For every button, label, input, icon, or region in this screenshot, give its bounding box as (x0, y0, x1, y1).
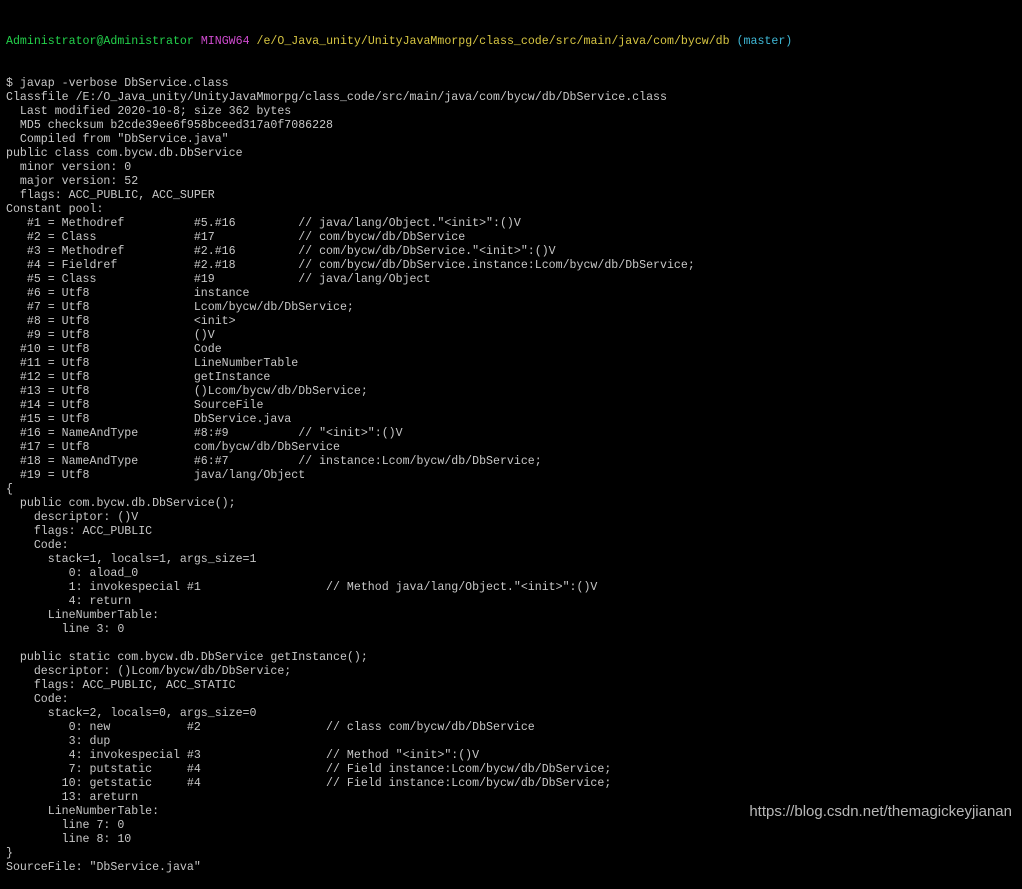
output-line: #8 = Utf8 <init> (6, 315, 236, 328)
output-line: #11 = Utf8 LineNumberTable (6, 357, 299, 370)
output-line: #3 = Methodref #2.#16 // com/bycw/db/DbS… (6, 245, 556, 258)
output-line: Constant pool: (6, 203, 104, 216)
prompt-host: MINGW64 (200, 35, 250, 48)
output-line: 4: return (6, 595, 132, 608)
prompt-user: Administrator@Administrator (6, 35, 194, 48)
output-line: public com.bycw.db.DbService(); (6, 497, 236, 510)
output-line: #15 = Utf8 DbService.java (6, 413, 292, 426)
output-line: 7: putstatic #4 // Field instance:Lcom/b… (6, 763, 612, 776)
output-lines: $ javap -verbose DbService.class Classfil… (6, 77, 1018, 875)
output-line: #12 = Utf8 getInstance (6, 371, 271, 384)
output-line: MD5 checksum b2cde39ee6f958bceed317a0f70… (6, 119, 333, 132)
output-line: line 3: 0 (6, 623, 125, 636)
output-line: #13 = Utf8 ()Lcom/bycw/db/DbService; (6, 385, 368, 398)
output-line: #14 = Utf8 SourceFile (6, 399, 264, 412)
output-line: } (6, 847, 13, 860)
output-line: minor version: 0 (6, 161, 132, 174)
output-line: flags: ACC_PUBLIC (6, 525, 153, 538)
output-line: descriptor: ()V (6, 511, 139, 524)
output-line: Last modified 2020-10-8; size 362 bytes (6, 105, 292, 118)
output-line: 3: dup (6, 735, 111, 748)
output-line: #6 = Utf8 instance (6, 287, 250, 300)
output-line: #5 = Class #19 // java/lang/Object (6, 273, 431, 286)
watermark: https://blog.csdn.net/themagickeyjianan (749, 803, 1012, 820)
output-line: #9 = Utf8 ()V (6, 329, 215, 342)
output-line: 10: getstatic #4 // Field instance:Lcom/… (6, 777, 612, 790)
output-line: descriptor: ()Lcom/bycw/db/DbService; (6, 665, 292, 678)
output-line: line 8: 10 (6, 833, 132, 846)
output-line: Code: (6, 539, 69, 552)
output-line: LineNumberTable: (6, 609, 160, 622)
output-line: #19 = Utf8 java/lang/Object (6, 469, 306, 482)
output-line: flags: ACC_PUBLIC, ACC_SUPER (6, 189, 215, 202)
output-line: 1: invokespecial #1 // Method java/lang/… (6, 581, 598, 594)
output-line: public class com.bycw.db.DbService (6, 147, 243, 160)
output-line: #7 = Utf8 Lcom/bycw/db/DbService; (6, 301, 354, 314)
output-line: #10 = Utf8 Code (6, 343, 222, 356)
output-line: #16 = NameAndType #8:#9 // "<init>":()V (6, 427, 403, 440)
output-line: Compiled from "DbService.java" (6, 133, 229, 146)
output-line: 0: new #2 // class com/bycw/db/DbService (6, 721, 535, 734)
output-line: { (6, 483, 13, 496)
output-line: $ javap -verbose DbService.class (6, 77, 229, 90)
prompt-branch: (master) (736, 35, 793, 48)
terminal-output[interactable]: Administrator@Administrator MINGW64 /e/O… (6, 7, 1018, 889)
output-line: #17 = Utf8 com/bycw/db/DbService (6, 441, 340, 454)
output-line: #1 = Methodref #5.#16 // java/lang/Objec… (6, 217, 521, 230)
output-line: 0: aload_0 (6, 567, 139, 580)
output-line: flags: ACC_PUBLIC, ACC_STATIC (6, 679, 236, 692)
prompt-line: Administrator@Administrator MINGW64 /e/O… (6, 35, 1018, 49)
output-line: 4: invokespecial #3 // Method "<init>":(… (6, 749, 480, 762)
output-line: major version: 52 (6, 175, 139, 188)
output-line: stack=2, locals=0, args_size=0 (6, 707, 257, 720)
output-line: SourceFile: "DbService.java" (6, 861, 201, 874)
output-line: stack=1, locals=1, args_size=1 (6, 553, 257, 566)
output-line: public static com.bycw.db.DbService getI… (6, 651, 368, 664)
output-line: Code: (6, 693, 69, 706)
output-line: #4 = Fieldref #2.#18 // com/bycw/db/DbSe… (6, 259, 695, 272)
prompt-path: /e/O_Java_unity/UnityJavaMmorpg/class_co… (256, 35, 730, 48)
output-line: #2 = Class #17 // com/bycw/db/DbService (6, 231, 466, 244)
output-line: #18 = NameAndType #6:#7 // instance:Lcom… (6, 455, 542, 468)
output-line: Classfile /E:/O_Java_unity/UnityJavaMmor… (6, 91, 667, 104)
